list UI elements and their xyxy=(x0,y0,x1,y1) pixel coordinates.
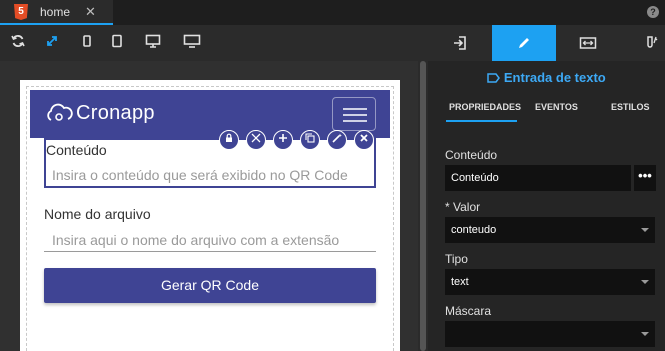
tab-styles[interactable]: ESTILOS xyxy=(611,102,650,112)
test-tube-icon[interactable] xyxy=(620,25,665,61)
content-field[interactable]: Conteúdo xyxy=(445,165,631,191)
add-icon[interactable] xyxy=(273,130,293,150)
tab-bar: 5 home ✕ ? xyxy=(0,0,665,25)
canvas-scrollbar[interactable] xyxy=(418,61,428,351)
more-options-button[interactable]: ••• xyxy=(634,165,656,191)
pencil-icon[interactable] xyxy=(492,25,556,61)
generate-qr-button[interactable]: Gerar QR Code xyxy=(44,268,376,303)
desktop-icon[interactable] xyxy=(144,34,162,52)
wand-icon[interactable] xyxy=(327,130,347,150)
field-label-content: Conteúdo xyxy=(445,148,498,162)
login-icon[interactable] xyxy=(428,25,492,61)
panel-subtabs: PROPRIEDADES EVENTOS ESTILOS xyxy=(428,102,665,122)
tab-properties[interactable]: PROPRIEDADES xyxy=(449,102,521,112)
html5-icon: 5 xyxy=(14,4,28,20)
tab-home[interactable]: 5 home ✕ xyxy=(0,0,113,25)
chevron-down-icon xyxy=(641,332,649,336)
menu-toggle-button[interactable] xyxy=(332,97,376,131)
field-label-type: Tipo xyxy=(445,252,468,266)
tab-title: home xyxy=(40,5,71,19)
mask-select[interactable] xyxy=(445,321,655,347)
delete-icon[interactable] xyxy=(354,130,374,150)
active-subtab-indicator xyxy=(446,120,517,122)
content-label: Conteúdo xyxy=(46,142,107,158)
content-input[interactable]: Insira o conteúdo que será exibido no QR… xyxy=(52,167,348,183)
refresh-icon[interactable] xyxy=(9,34,27,52)
copy-icon[interactable] xyxy=(300,130,320,150)
resize-icon[interactable] xyxy=(246,130,266,150)
panel-tabs xyxy=(428,25,665,61)
monitor-icon[interactable] xyxy=(183,34,201,52)
filename-label: Nome do arquivo xyxy=(44,206,151,222)
help-icon[interactable]: ? xyxy=(647,6,659,18)
close-icon[interactable]: ✕ xyxy=(85,4,96,20)
value-select[interactable]: conteudo xyxy=(445,217,655,243)
tab-events[interactable]: EVENTOS xyxy=(535,102,578,112)
lock-icon[interactable] xyxy=(219,130,239,150)
brand-name: Cronapp xyxy=(76,102,155,124)
width-icon[interactable] xyxy=(556,25,620,61)
chevron-down-icon xyxy=(641,280,649,284)
chevron-down-icon xyxy=(641,228,649,232)
app-root: 5 home ✕ ? Cronapp Conteúdo Insira o con… xyxy=(0,0,665,351)
field-label-value: * Valor xyxy=(445,200,481,214)
field-label-mask: Máscara xyxy=(445,304,492,318)
expand-icon[interactable] xyxy=(43,34,61,52)
cloud-logo-icon xyxy=(47,103,73,121)
filename-input[interactable]: Insira aqui o nome do arquivo com a exte… xyxy=(52,232,339,248)
scroll-thumb[interactable] xyxy=(420,61,426,351)
type-select[interactable]: text xyxy=(445,269,655,295)
filename-underline xyxy=(44,251,376,252)
mobile-icon[interactable] xyxy=(78,34,96,52)
tablet-icon[interactable] xyxy=(108,34,126,52)
toolbar xyxy=(0,25,428,61)
tag-icon xyxy=(487,73,501,83)
component-title: Entrada de texto xyxy=(428,70,665,85)
